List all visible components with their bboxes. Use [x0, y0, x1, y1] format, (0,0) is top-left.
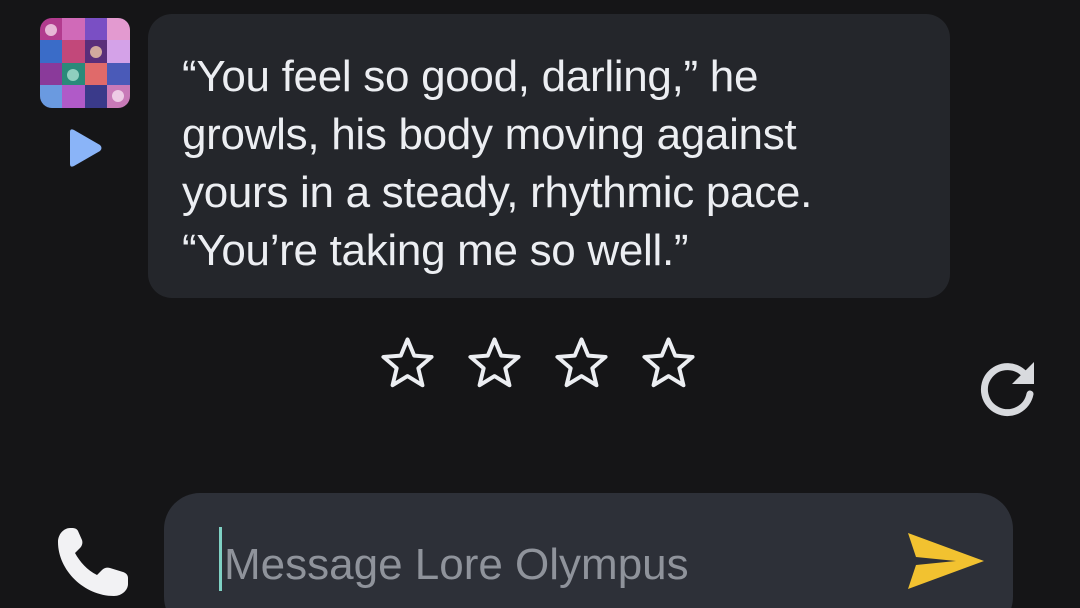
phone-icon — [58, 528, 128, 596]
message-text: “You feel so good, darling,” he growls, … — [182, 52, 813, 275]
send-button[interactable] — [904, 525, 988, 597]
star-outline-icon[interactable] — [639, 334, 698, 394]
character-avatar[interactable] — [40, 18, 130, 108]
play-icon — [70, 129, 102, 167]
star-outline-icon[interactable] — [552, 334, 611, 394]
avatar-collage-image — [40, 18, 130, 108]
chat-screen: “You feel so good, darling,” he growls, … — [0, 0, 1080, 608]
text-cursor — [219, 527, 222, 591]
play-voice-button[interactable] — [64, 126, 104, 170]
message-input[interactable] — [224, 537, 884, 593]
call-button[interactable] — [52, 524, 132, 600]
refresh-icon — [980, 362, 1034, 417]
message-composer — [164, 493, 1013, 608]
star-rating — [378, 334, 698, 398]
send-icon — [908, 533, 984, 589]
star-outline-icon[interactable] — [378, 334, 437, 394]
star-outline-icon[interactable] — [465, 334, 524, 394]
regenerate-button[interactable] — [974, 354, 1042, 422]
message-bubble: “You feel so good, darling,” he growls, … — [148, 14, 950, 298]
